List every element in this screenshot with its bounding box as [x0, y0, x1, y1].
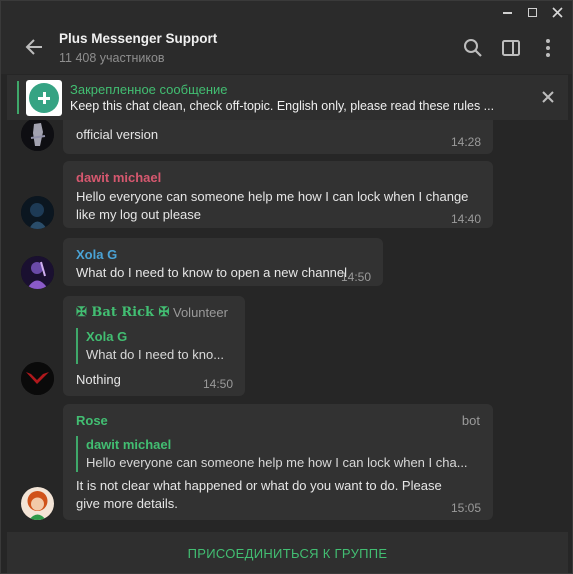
reply-sender-name: dawit michael [86, 437, 172, 452]
more-vertical-icon [546, 39, 550, 57]
close-icon [542, 91, 554, 103]
more-menu-button[interactable] [537, 37, 559, 59]
chat-title[interactable]: Plus Messenger Support [59, 31, 217, 46]
pinned-message-bar[interactable]: Закрепленное сообщение Keep this chat cl… [7, 75, 568, 120]
avatar[interactable] [21, 487, 54, 520]
pinned-close-button[interactable] [540, 89, 556, 105]
reply-quote[interactable]: Xola G What do I need to kno... [76, 328, 236, 364]
sender-name[interactable]: Xola G [76, 247, 117, 262]
avatar[interactable] [21, 196, 54, 229]
message-text: What do I need to know to open a new cha… [76, 265, 348, 280]
window-titlebar [1, 1, 572, 23]
sender-name[interactable]: Rose [76, 413, 108, 428]
message-text-line: give more details. [76, 496, 178, 511]
message-bubble[interactable]: official version 14:28 [63, 120, 493, 154]
message-time: 15:05 [450, 501, 481, 515]
sender-role-badge: Volunteer [173, 305, 228, 320]
message-bubble[interactable]: Xola G What do I need to know to open a … [63, 238, 383, 286]
search-button[interactable] [462, 37, 484, 59]
minimize-button[interactable] [496, 1, 518, 23]
sidebar-toggle-button[interactable] [500, 37, 522, 59]
message-text: official version [76, 127, 159, 142]
reply-text: Hello everyone can someone help me how I… [86, 455, 468, 470]
message-bubble[interactable]: Rose bot dawit michael Hello everyone ca… [63, 404, 493, 520]
message-list[interactable]: official version 14:28 dawit michael Hel… [1, 120, 572, 531]
avatar[interactable] [21, 120, 54, 151]
sender-name[interactable]: dawit michael [76, 170, 161, 185]
avatar[interactable] [21, 256, 54, 289]
sender-role-badge: bot [461, 413, 480, 428]
search-icon [464, 39, 482, 57]
sidebar-icon [502, 40, 520, 56]
message-text-line: It is not clear what happened or what do… [76, 478, 442, 493]
message-text: Nothing [76, 372, 121, 387]
pinned-text: Keep this chat clean, check off-topic. E… [70, 99, 495, 113]
window-close-button[interactable] [546, 1, 568, 23]
arrow-left-icon [25, 39, 42, 55]
pinned-accent-line [17, 81, 19, 114]
back-button[interactable] [24, 36, 46, 58]
message-time: 14:28 [450, 135, 481, 149]
close-icon [551, 7, 563, 18]
minimize-icon [502, 11, 512, 14]
message-text: It is not clear what happened or what do… [76, 477, 442, 513]
telegram-window: Plus Messenger Support 11 408 участников… [0, 0, 573, 574]
message-time: 14:40 [450, 212, 481, 226]
join-group-button[interactable]: ПРИСОЕДИНИТЬСЯ К ГРУППЕ [7, 532, 568, 573]
message-bubble[interactable]: dawit michael Hello everyone can someone… [63, 161, 493, 228]
pinned-title: Закрепленное сообщение [70, 82, 228, 97]
sender-name[interactable]: ✠ Bat Rick ✠ [76, 305, 169, 320]
plus-icon [29, 83, 59, 113]
reply-sender-name: Xola G [86, 329, 128, 344]
message-text-line: like my log out please [76, 207, 202, 222]
message-time: 14:50 [202, 377, 233, 391]
member-count: 11 408 участников [59, 51, 165, 65]
message-time: 14:50 [340, 270, 371, 284]
message-text-line: Hello everyone can someone help me how I… [76, 189, 469, 204]
reply-text: What do I need to kno... [86, 347, 225, 362]
reply-quote[interactable]: dawit michael Hello everyone can someone… [76, 436, 480, 472]
chat-header: Plus Messenger Support 11 408 участников [1, 23, 572, 74]
maximize-icon [527, 8, 537, 17]
maximize-button[interactable] [521, 1, 543, 23]
avatar[interactable] [21, 362, 54, 395]
message-text: Hello everyone can someone help me how I… [76, 188, 468, 224]
message-bubble[interactable]: ✠ Bat Rick ✠ Volunteer Xola G What do I … [63, 296, 245, 396]
pinned-thumbnail [26, 80, 62, 116]
